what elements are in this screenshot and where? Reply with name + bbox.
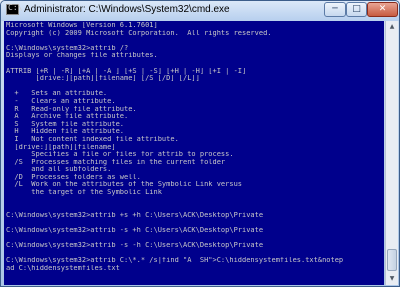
title-bar[interactable]: C:\ Administrator: C:\Windows\System32\c… [1,1,399,21]
window-title: Administrator: C:\Windows\System32\cmd.e… [24,4,230,15]
console-line: C:\Windows\system32>attrib -s -h C:\User… [6,242,264,250]
console-line: A Archive file attribute. [6,113,129,121]
console-line: /S Processes matching files in the curre… [6,158,226,166]
cmd-window: C:\ Administrator: C:\Windows\System32\c… [0,0,400,287]
console-line: Copyright (c) 2009 Microsoft Corporation… [6,29,272,37]
console-line: /D Processes folders as well. [6,173,141,181]
vertical-scrollbar[interactable]: ▲ ▼ [385,21,398,285]
console-line: Displays or changes file attributes. [6,52,158,60]
scroll-down-button[interactable]: ▼ [386,273,398,285]
console-line: - Clears an attribute. [6,97,116,105]
console-line: C:\Windows\system32>attrib +s +h C:\User… [6,211,264,219]
console-line: and all subfolders. [6,166,112,174]
console-line: R Read-only file attribute. [6,105,137,113]
minimize-button[interactable]: ─ [324,2,346,17]
close-button[interactable]: ✕ [367,2,398,17]
console-line: [drive:][path][filename] [/S [/D] [/L]] [6,75,200,83]
console-line: /L Work on the attributes of the Symboli… [6,181,243,189]
command-prompt-icon-glyph: C:\ [8,3,23,12]
console-output[interactable]: Microsoft Windows [Version 6.1.7601] Copy… [4,21,384,285]
console-line: Specifies a file or files for attrib to … [6,151,234,159]
console-line: I Not content indexed file attribute. [6,135,179,143]
console-line: Microsoft Windows [Version 6.1.7601] [6,22,158,29]
scrollbar-thumb[interactable] [387,249,397,271]
console-line: H Hidden file attribute. [6,128,125,136]
console-line: ATTRIB [+R | -R] [+A | -A ] [+S | -S] [+… [6,67,247,75]
console-line: + Sets an attribute. [6,90,108,98]
console-line: C:\Windows\system32>attrib C:\*.* /s|fin… [6,257,344,265]
console-line: ad C:\hiddensystemfiles.txt [6,265,120,272]
scroll-up-button[interactable]: ▲ [386,21,398,33]
console-line: S System file attribute. [6,120,125,128]
console-line: C:\Windows\system32>attrib -s +h C:\User… [6,227,264,235]
console-line: C:\Windows\system32>attrib /? [6,44,129,52]
maximize-button[interactable]: □ [346,2,367,17]
console-line: [drive:][path][filename] [6,143,116,151]
console-line: the target of the Symbolic Link [6,189,162,197]
command-prompt-icon[interactable]: C:\ [6,3,23,15]
